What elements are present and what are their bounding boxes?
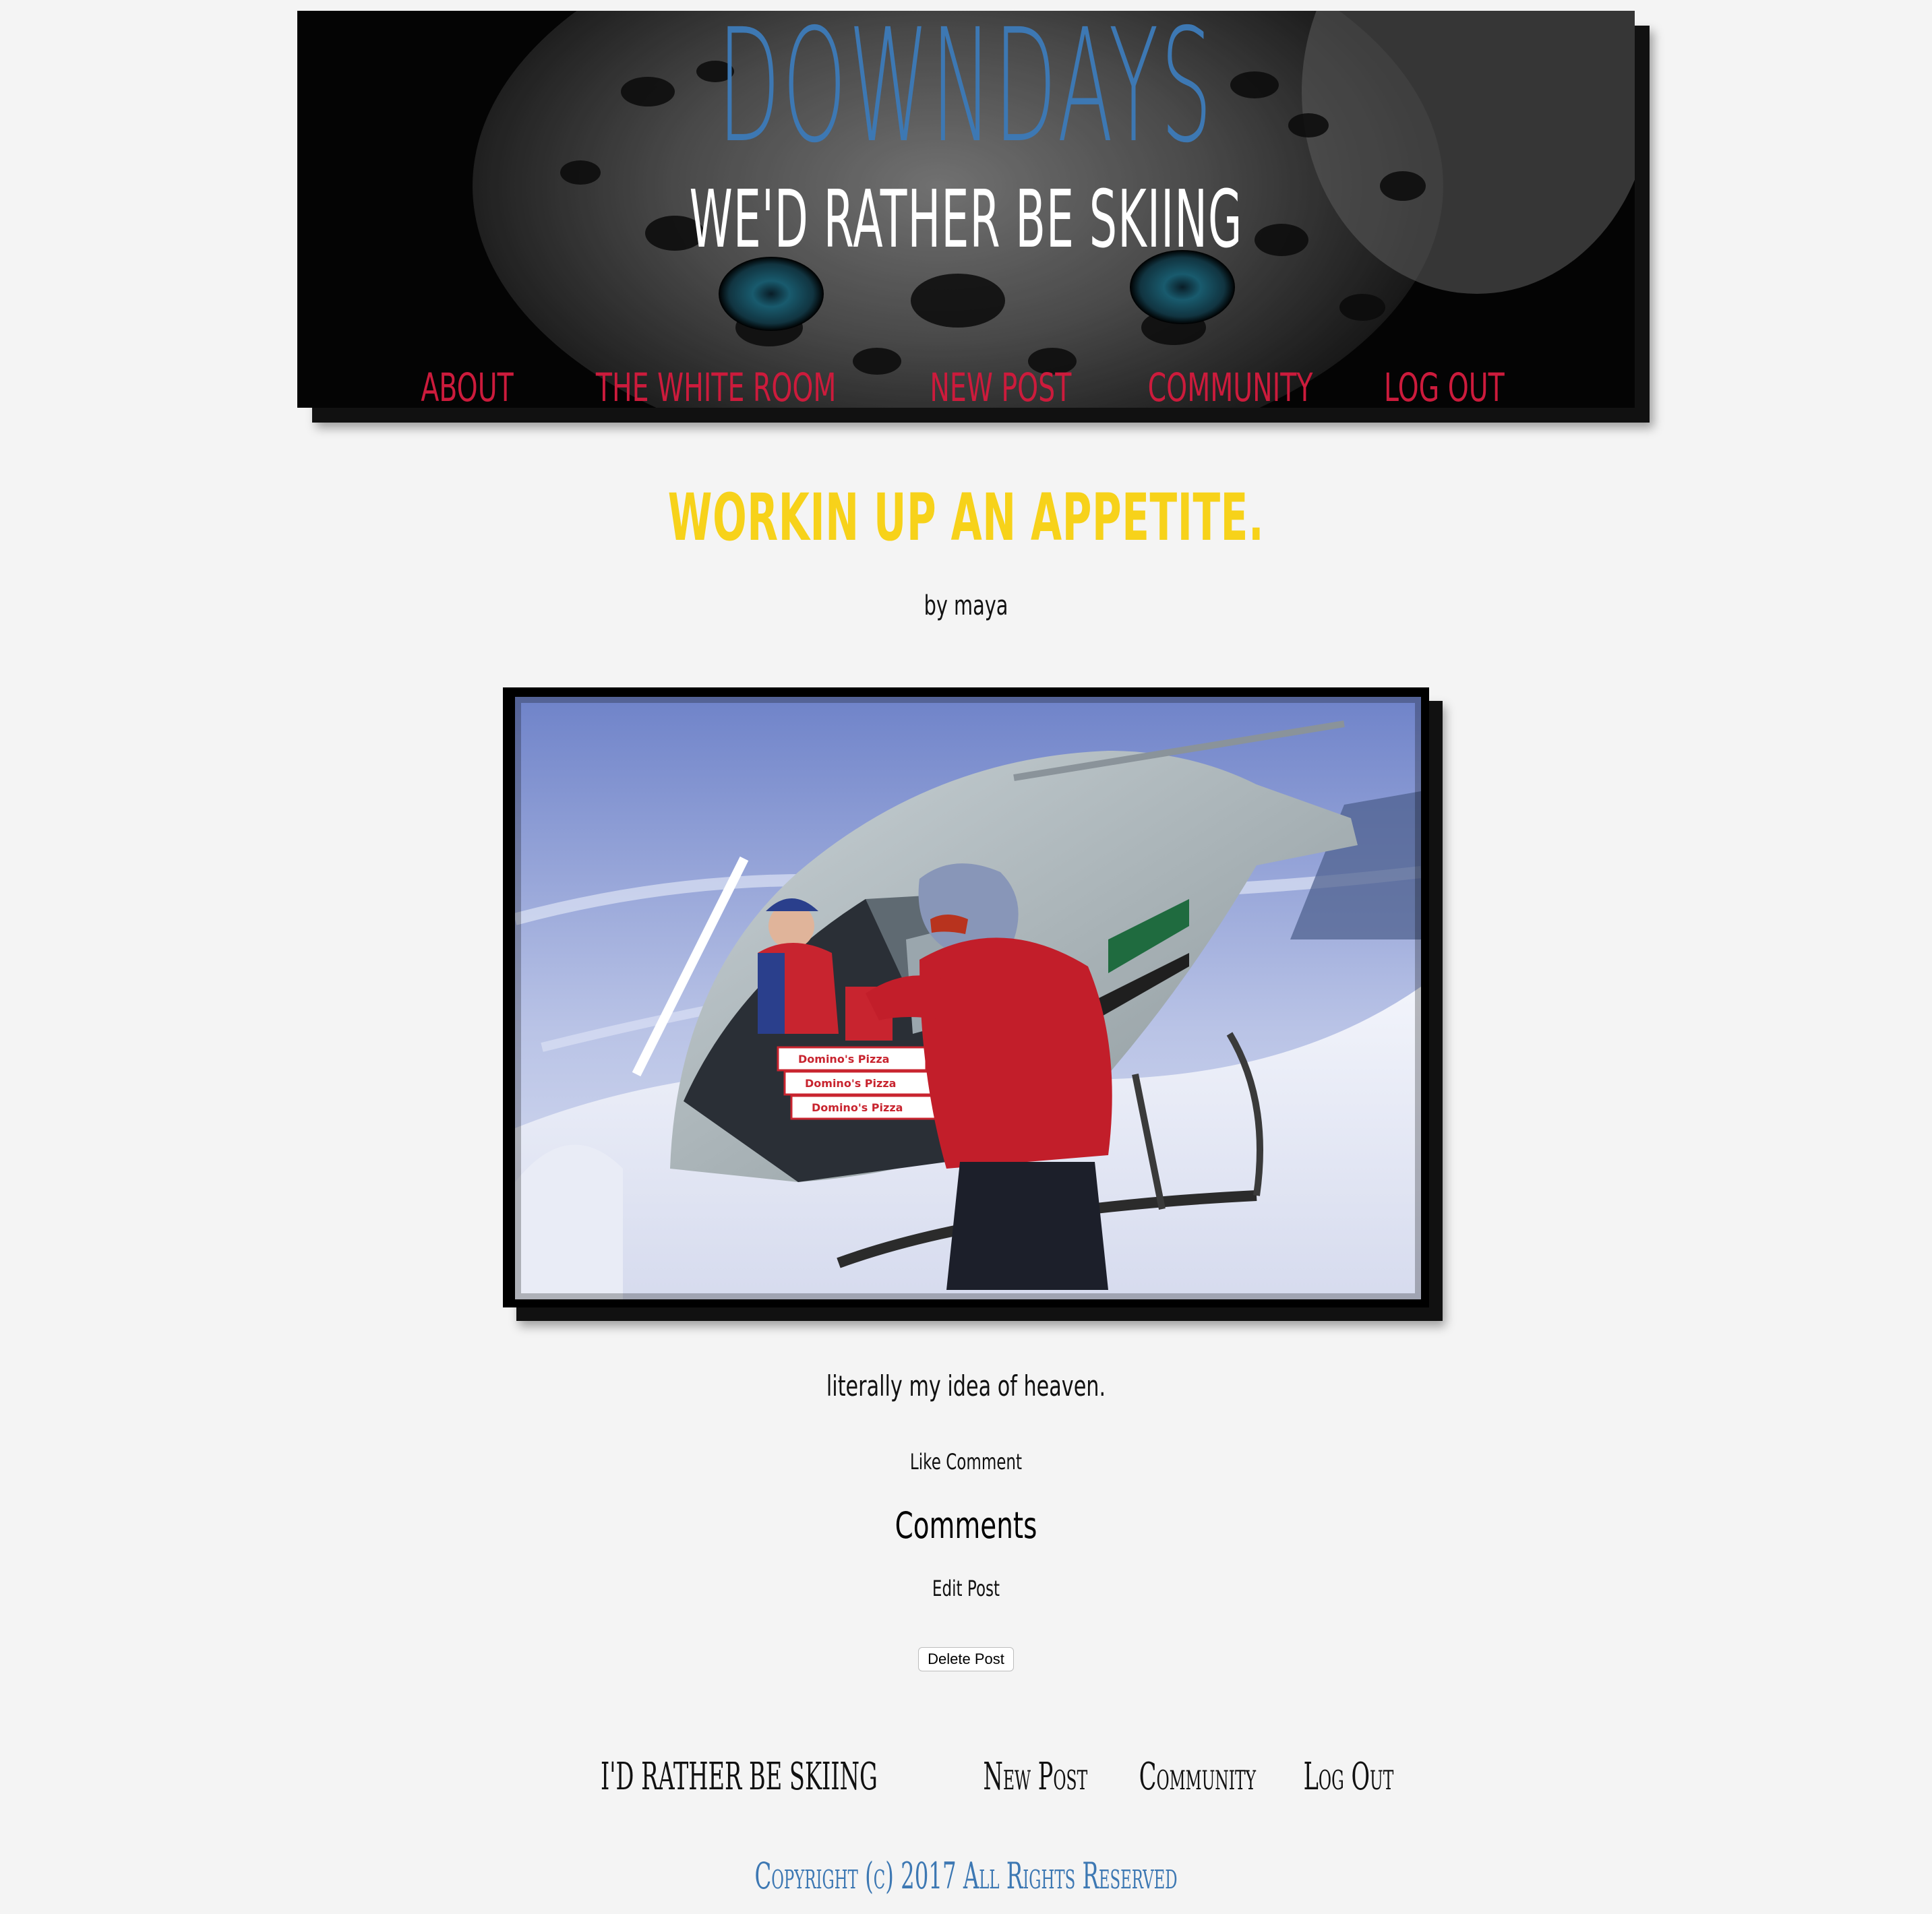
delete-post-button[interactable]: Delete Post bbox=[918, 1647, 1014, 1671]
like-link[interactable]: Like bbox=[910, 1449, 941, 1475]
post-byline: by maya bbox=[924, 590, 1008, 621]
edit-post-link[interactable]: Edit Post bbox=[932, 1576, 1000, 1601]
footer-log-out-link[interactable]: Log Out bbox=[1304, 1755, 1394, 1799]
svg-text:Domino's Pizza: Domino's Pizza bbox=[798, 1053, 889, 1066]
post-body-text: literally my idea of heaven. bbox=[826, 1369, 1106, 1402]
nav-about-link[interactable]: ABOUT bbox=[421, 365, 513, 408]
post-actions: Like Comment bbox=[270, 1449, 1662, 1475]
site-title[interactable]: DOWNDAYS bbox=[618, 11, 1314, 164]
nav-new-post-link[interactable]: NEW POST bbox=[930, 365, 1072, 408]
svg-text:Domino's Pizza: Domino's Pizza bbox=[805, 1077, 896, 1090]
comment-link[interactable]: Comment bbox=[946, 1449, 1022, 1475]
copyright-text: Copyright (c) 2017 All Rights Reserved bbox=[754, 1855, 1178, 1897]
footer-home-link[interactable]: I'D RATHER BE SKIING bbox=[601, 1755, 878, 1799]
delete-post-wrap: Delete Post bbox=[0, 1647, 1932, 1671]
footer-new-post-link[interactable]: New Post bbox=[983, 1755, 1087, 1799]
post-photo-frame: Domino's Pizza Domino's Pizza Domino's P… bbox=[503, 687, 1429, 1307]
footer-nav: I'D RATHER BE SKIING New Post Community … bbox=[0, 1755, 1932, 1799]
header-banner: DOWNDAYS WE'D RATHER BE SKIING ABOUT THE… bbox=[297, 11, 1635, 408]
nav-white-room-link[interactable]: THE WHITE ROOM bbox=[596, 365, 837, 408]
site-tagline: WE'D RATHER BE SKIING bbox=[689, 173, 1243, 266]
post-title: WORKIN UP AN APPETITE. bbox=[667, 480, 1265, 555]
nav-log-out-link[interactable]: LOG OUT bbox=[1384, 365, 1505, 408]
edit-post-wrap: Edit Post bbox=[270, 1576, 1662, 1601]
footer-community-link[interactable]: Community bbox=[1139, 1755, 1256, 1799]
svg-text:Domino's Pizza: Domino's Pizza bbox=[812, 1101, 903, 1114]
nav-community-link[interactable]: COMMUNITY bbox=[1148, 365, 1313, 408]
post-photo: Domino's Pizza Domino's Pizza Domino's P… bbox=[515, 697, 1421, 1299]
top-nav: ABOUT THE WHITE ROOM NEW POST COMMUNITY … bbox=[297, 365, 1635, 408]
comments-heading: Comments bbox=[895, 1504, 1037, 1547]
